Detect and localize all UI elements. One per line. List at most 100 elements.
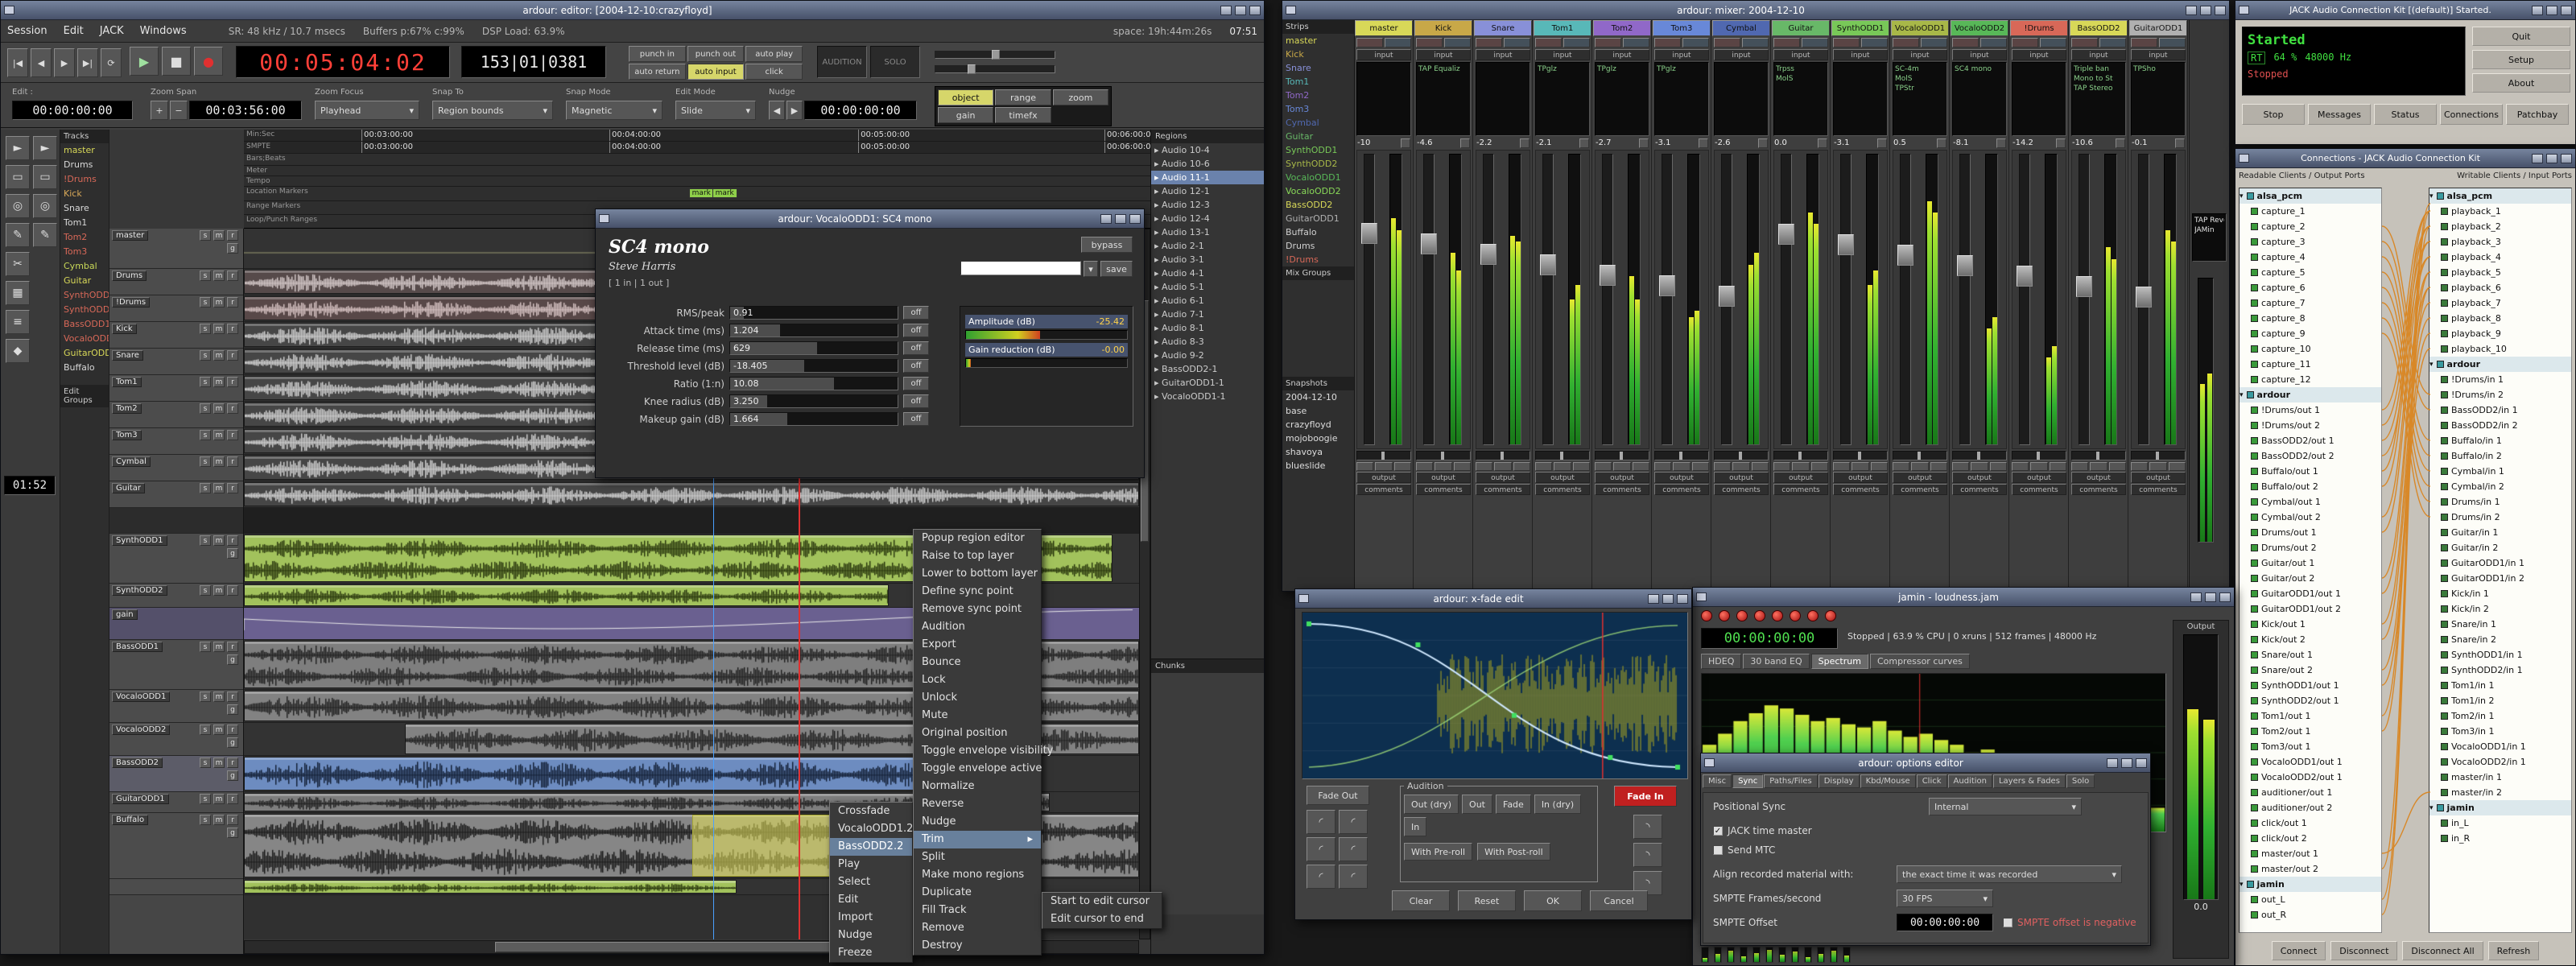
port-row[interactable]: Drums/out 2 [2240,540,2381,555]
port-row[interactable]: Buffalo/in 1 [2429,433,2571,448]
region-list-item[interactable]: ▸ Audio 6-1 [1151,294,1264,308]
strip-mute-button[interactable] [1952,38,1979,47]
port-row[interactable]: SynthODD2/out 1 [2240,693,2381,708]
strip-input-button[interactable]: input [2071,49,2126,60]
port-row[interactable]: Buffalo/out 1 [2240,464,2381,479]
port-row[interactable]: BassODD2/out 1 [2240,433,2381,448]
strip-gain-value[interactable]: -2.6 [1715,138,1731,148]
menu-item-vocaloodd1-2[interactable]: VocaloODD1.2 [830,820,912,838]
port-row[interactable]: out_R [2240,907,2381,923]
track-name-button[interactable]: master [112,230,148,241]
r-button[interactable]: r [227,324,238,334]
plugin-control-slider[interactable]: -18.405 [729,359,898,373]
jamin-tab-compressor-curves[interactable]: Compressor curves [1870,654,1970,669]
audition-in-button[interactable]: In [1404,817,1426,836]
mini-track-Tom3[interactable]: Tom3 [60,245,109,259]
transport-button-3[interactable]: ▶| [77,48,98,77]
track-header-Tom2[interactable]: Tom2rms [109,402,243,428]
plugin-entry[interactable]: TAP Reverb [2194,216,2224,225]
patchbay-button[interactable]: Patchbay [2506,104,2569,125]
track-header-BassODD2[interactable]: BassODD2rmsg [109,756,243,792]
track-name-button[interactable]: Snare [112,350,143,361]
strip-input-button[interactable]: input [1595,49,1649,60]
s-button[interactable]: s [200,535,211,546]
r-button[interactable]: r [227,456,238,467]
strip-solo-button[interactable] [2099,38,2126,47]
s-button[interactable]: s [200,691,211,702]
menu-item-edit[interactable]: Edit [830,891,912,909]
link-tool-icon[interactable]: ≡ [6,310,30,334]
menu-edit[interactable]: Edit [64,25,84,37]
send-mtc-checkbox[interactable]: Send MTC [1713,844,1775,856]
port-row[interactable]: playback_5 [2429,265,2571,280]
strip-mini-button-b[interactable] [2149,462,2166,471]
plugin-control-slider[interactable]: 629 [729,341,898,355]
s-button[interactable]: s [200,377,211,387]
strip-output-button[interactable]: output [1833,472,1888,483]
close-button[interactable] [2219,592,2231,602]
g-button[interactable]: g [227,770,238,781]
strip-name-button[interactable]: Snare [1474,20,1532,36]
mixer-strip-list-item[interactable]: VocaloODD2 [1282,184,1354,198]
strip-input-button[interactable]: input [1416,49,1471,60]
strip-meter-point-button[interactable] [1758,138,1768,148]
mixer-strip-list-item[interactable]: Kick [1282,47,1354,61]
strip-plugin-box[interactable]: TrpssMolS [1773,62,1828,136]
port-row[interactable]: master/in 1 [2429,770,2571,785]
port-row[interactable]: Kick/in 2 [2429,601,2571,617]
region-list-item[interactable]: ▸ Audio 5-1 [1151,280,1264,294]
track-header-Cymbal[interactable]: Cymbalrms [109,455,243,481]
menu-item-reverse[interactable]: Reverse [914,795,1041,813]
mini-track-VocaloODD1[interactable]: VocaloODD1 [60,332,109,346]
strip-output-button[interactable]: output [1773,472,1828,483]
readable-clients-tree[interactable]: ▾alsa_pcmcapture_1capture_2capture_3capt… [2239,188,2382,933]
plugin-control-slider[interactable]: 0.91 [729,306,898,320]
track-name-button[interactable]: Guitar [112,483,145,493]
menu-item-mute[interactable]: Mute [914,707,1041,724]
port-row[interactable]: click/out 1 [2240,815,2381,831]
menu-item-unlock[interactable]: Unlock [914,689,1041,707]
plugin-entry[interactable]: TPStr [1895,84,1945,93]
plugin-entry[interactable]: TPglz [1657,64,1707,74]
strip-output-button[interactable]: output [1714,472,1769,483]
port-row[interactable]: out_L [2240,892,2381,907]
mixer-strip-list-item[interactable]: SynthODD2 [1282,157,1354,171]
strip-pan-slider[interactable] [1595,451,1649,460]
range-tool-icon-alt[interactable]: ▭ [33,165,57,189]
port-row[interactable]: GuitarODD1/in 2 [2429,571,2571,586]
automation-off-button[interactable]: off [903,359,929,373]
strip-mini-button-c[interactable] [2050,462,2066,471]
track-name-button[interactable]: VocaloODD2 [112,724,170,735]
range-tool-icon[interactable]: ▭ [6,165,30,189]
region-list-item[interactable]: ▸ BassODD2-1 [1151,362,1264,376]
strip-meter-point-button[interactable] [1460,138,1470,148]
m-button[interactable]: m [213,297,225,308]
menu-item-normalize[interactable]: Normalize [914,778,1041,795]
port-row[interactable]: Tom3/out 1 [2240,739,2381,754]
strip-name-button[interactable]: Guitar [1772,20,1830,36]
close-button[interactable] [1129,214,1141,224]
strip-plugin-box[interactable]: TAP Equaliz [1416,62,1471,136]
fader-handle[interactable] [1659,275,1675,296]
plugin-entry[interactable]: MolS [1895,74,1945,84]
strip-solo-button[interactable] [1742,38,1769,47]
m-button[interactable]: m [213,642,225,652]
solo-indicator[interactable]: SOLO [870,46,920,78]
r-button[interactable]: r [227,758,238,768]
mouse-mode-range[interactable]: range [995,89,1051,105]
menu-item-popup-region-editor[interactable]: Popup region editor [914,530,1041,547]
snap-to-select[interactable]: Region bounds▾ [432,101,553,120]
region-list-item[interactable]: ▸ Audio 2-1 [1151,239,1264,253]
strip-plugin-box[interactable] [1714,62,1769,136]
track-header-Tom1[interactable]: Tom1rms [109,375,243,402]
strip-mini-button-a[interactable] [1833,462,1850,471]
port-row[interactable]: Drums/in 1 [2429,494,2571,510]
strip-mute-button[interactable] [2071,38,2098,47]
port-row[interactable]: VocaloODD1/out 1 [2240,754,2381,770]
strip-meter-point-button[interactable] [1639,138,1649,148]
strip-input-button[interactable]: input [2012,49,2066,60]
mouse-mode-zoom[interactable]: zoom [1053,89,1108,105]
smpte-offset-entry[interactable]: 00:00:00:00 [1897,914,1993,931]
client-row-ardour[interactable]: ▾ardour [2240,387,2381,402]
r-button[interactable]: r [227,483,238,493]
